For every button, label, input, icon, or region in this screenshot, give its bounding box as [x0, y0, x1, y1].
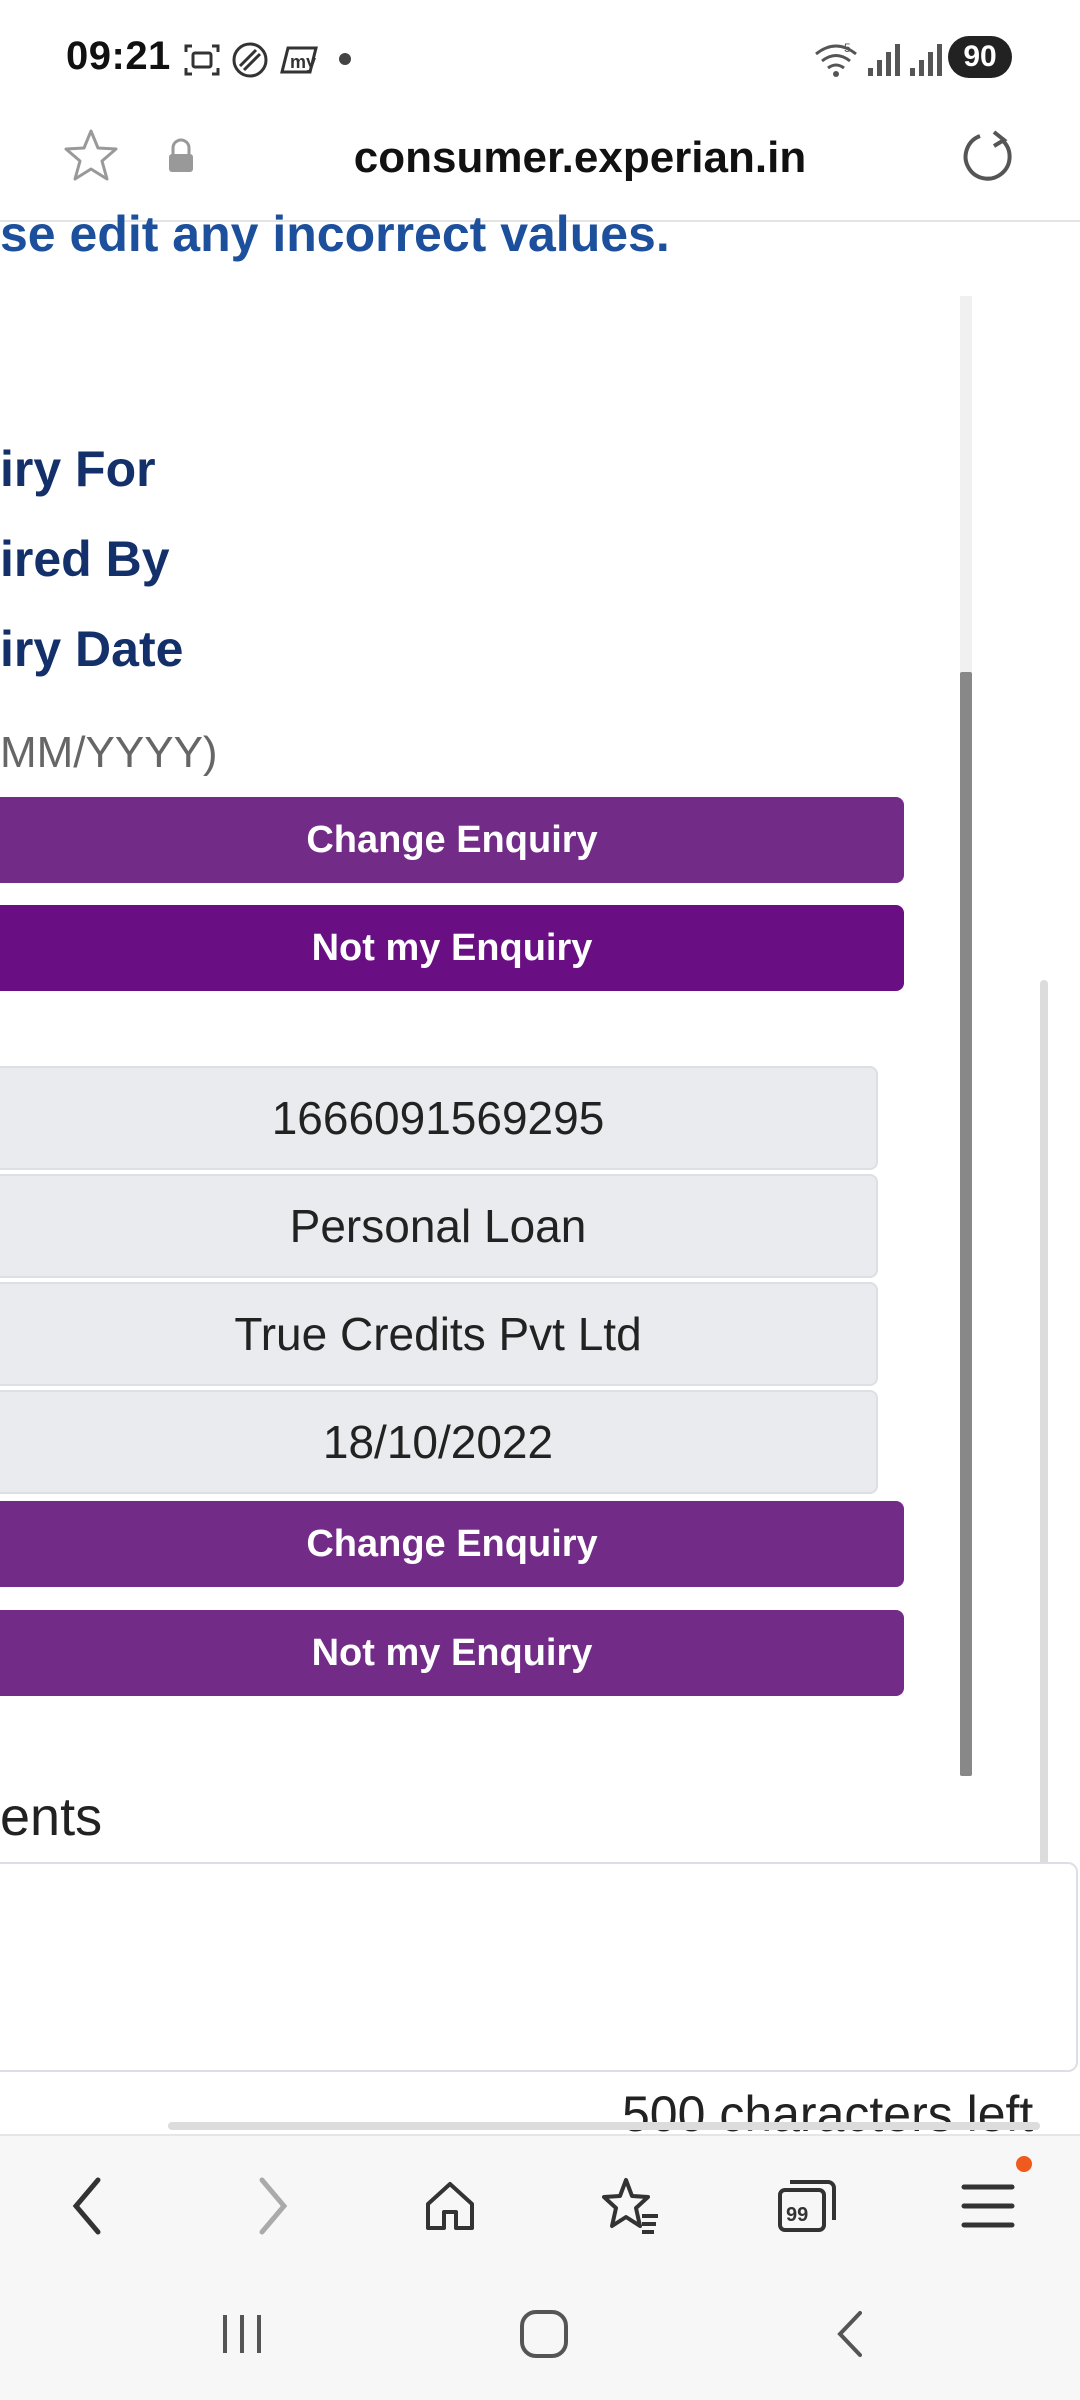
not-my-enquiry-button[interactable]: Not my Enquiry	[0, 905, 904, 991]
status-time: 09:21	[66, 34, 171, 78]
label-enquiry-for: iry For	[0, 441, 156, 497]
recents-icon[interactable]	[202, 2298, 282, 2370]
horizontal-scrollbar[interactable]	[168, 2122, 1040, 2130]
back-nav-icon[interactable]	[810, 2298, 890, 2370]
enquiry-date-field: 18/10/2022	[0, 1390, 878, 1494]
battery-indicator: 90	[948, 36, 1012, 78]
svg-text:5: 5	[844, 41, 851, 55]
comments-label: ents	[0, 1787, 103, 1847]
reload-icon[interactable]	[958, 126, 1018, 191]
tabs-icon[interactable]: 99	[770, 2168, 846, 2244]
dot-icon	[338, 52, 352, 71]
notification-dot	[1016, 2156, 1032, 2172]
enquiry-id-field: 1666091569295	[0, 1066, 878, 1170]
menu-icon[interactable]	[950, 2168, 1026, 2244]
label-enquired-by: ired By	[0, 531, 170, 587]
myjio-icon: my	[278, 40, 322, 85]
svg-text:my: my	[290, 52, 316, 72]
bookmarks-icon[interactable]	[592, 2168, 668, 2244]
data-saver-icon	[230, 40, 270, 85]
label-enquiry-date: iry Date	[0, 621, 184, 677]
enquired-by-field: True Credits Pvt Ltd	[0, 1282, 878, 1386]
browser-toolbar	[0, 2134, 1080, 2266]
back-icon[interactable]	[50, 2168, 126, 2244]
change-enquiry-button[interactable]: Change Enquiry	[0, 797, 904, 883]
date-format-hint: MM/YYYY)	[0, 728, 218, 777]
home-button-icon[interactable]	[504, 2298, 584, 2370]
scrollbar-thumb[interactable]	[960, 672, 972, 1776]
forward-icon[interactable]	[234, 2168, 310, 2244]
instruction-heading: se edit any incorrect values.	[0, 206, 670, 262]
signal-icon	[866, 40, 902, 85]
comments-textarea[interactable]	[0, 1862, 1078, 2072]
signal-icon	[908, 40, 944, 85]
not-my-enquiry-button[interactable]: Not my Enquiry	[0, 1610, 904, 1696]
svg-text:99: 99	[786, 2204, 808, 2226]
page-scrollbar[interactable]	[1040, 980, 1048, 1870]
change-enquiry-button[interactable]: Change Enquiry	[0, 1501, 904, 1587]
home-icon[interactable]	[412, 2168, 488, 2244]
url-text[interactable]: consumer.experian.in	[0, 133, 1080, 183]
enquiry-type-field: Personal Loan	[0, 1174, 878, 1278]
wifi-icon: 5	[812, 40, 860, 85]
screenshot-icon	[182, 40, 222, 85]
